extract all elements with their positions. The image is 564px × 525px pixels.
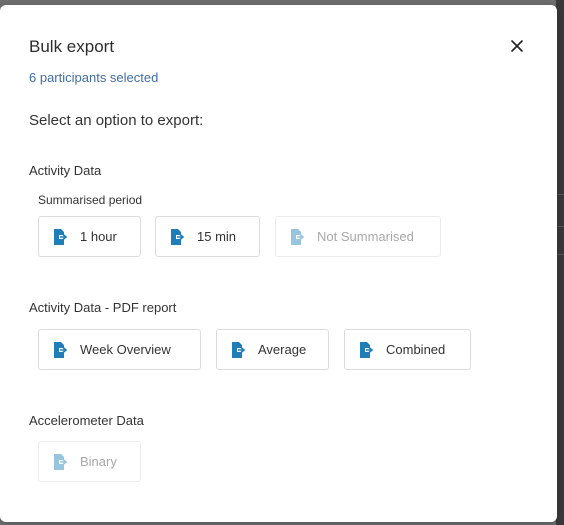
file-export-icon (54, 228, 67, 245)
button-label: 15 min (197, 229, 237, 244)
file-export-icon (360, 341, 373, 358)
button-label: Week Overview (80, 342, 171, 357)
export-prompt: Select an option to export: (29, 112, 204, 129)
button-label: 1 hour (80, 229, 117, 244)
export-1-hour-button[interactable]: 1 hour (38, 216, 141, 257)
section-title-activity-data: Activity Data (29, 163, 102, 178)
backdrop-divider (556, 194, 564, 195)
backdrop-divider (556, 254, 564, 255)
file-export-icon (291, 228, 304, 245)
export-15-min-button[interactable]: 15 min (155, 216, 260, 257)
backdrop (556, 0, 564, 525)
export-average-button[interactable]: Average (216, 329, 329, 370)
close-button[interactable] (507, 36, 527, 56)
summarised-period-label: Summarised period (38, 193, 143, 207)
export-binary-button[interactable]: Binary (38, 441, 141, 482)
file-export-icon (54, 453, 67, 470)
close-icon (511, 40, 523, 52)
file-export-icon (54, 341, 67, 358)
button-label: Combined (386, 342, 446, 357)
export-not-summarised-button[interactable]: Not Summarised (275, 216, 441, 257)
section-title-pdf-report: Activity Data - PDF report (29, 300, 177, 315)
bulk-export-dialog: Bulk export 6 participants selected Sele… (0, 5, 557, 522)
selection-count: 6 participants selected (29, 70, 159, 85)
export-combined-button[interactable]: Combined (344, 329, 471, 370)
backdrop-divider (556, 226, 564, 227)
button-label: Binary (80, 454, 117, 469)
file-export-icon (232, 341, 245, 358)
export-week-overview-button[interactable]: Week Overview (38, 329, 201, 370)
section-title-accelerometer-data: Accelerometer Data (29, 413, 144, 428)
button-label: Not Summarised (317, 229, 414, 244)
dialog-title: Bulk export (29, 37, 115, 56)
button-label: Average (258, 342, 307, 357)
file-export-icon (171, 228, 184, 245)
